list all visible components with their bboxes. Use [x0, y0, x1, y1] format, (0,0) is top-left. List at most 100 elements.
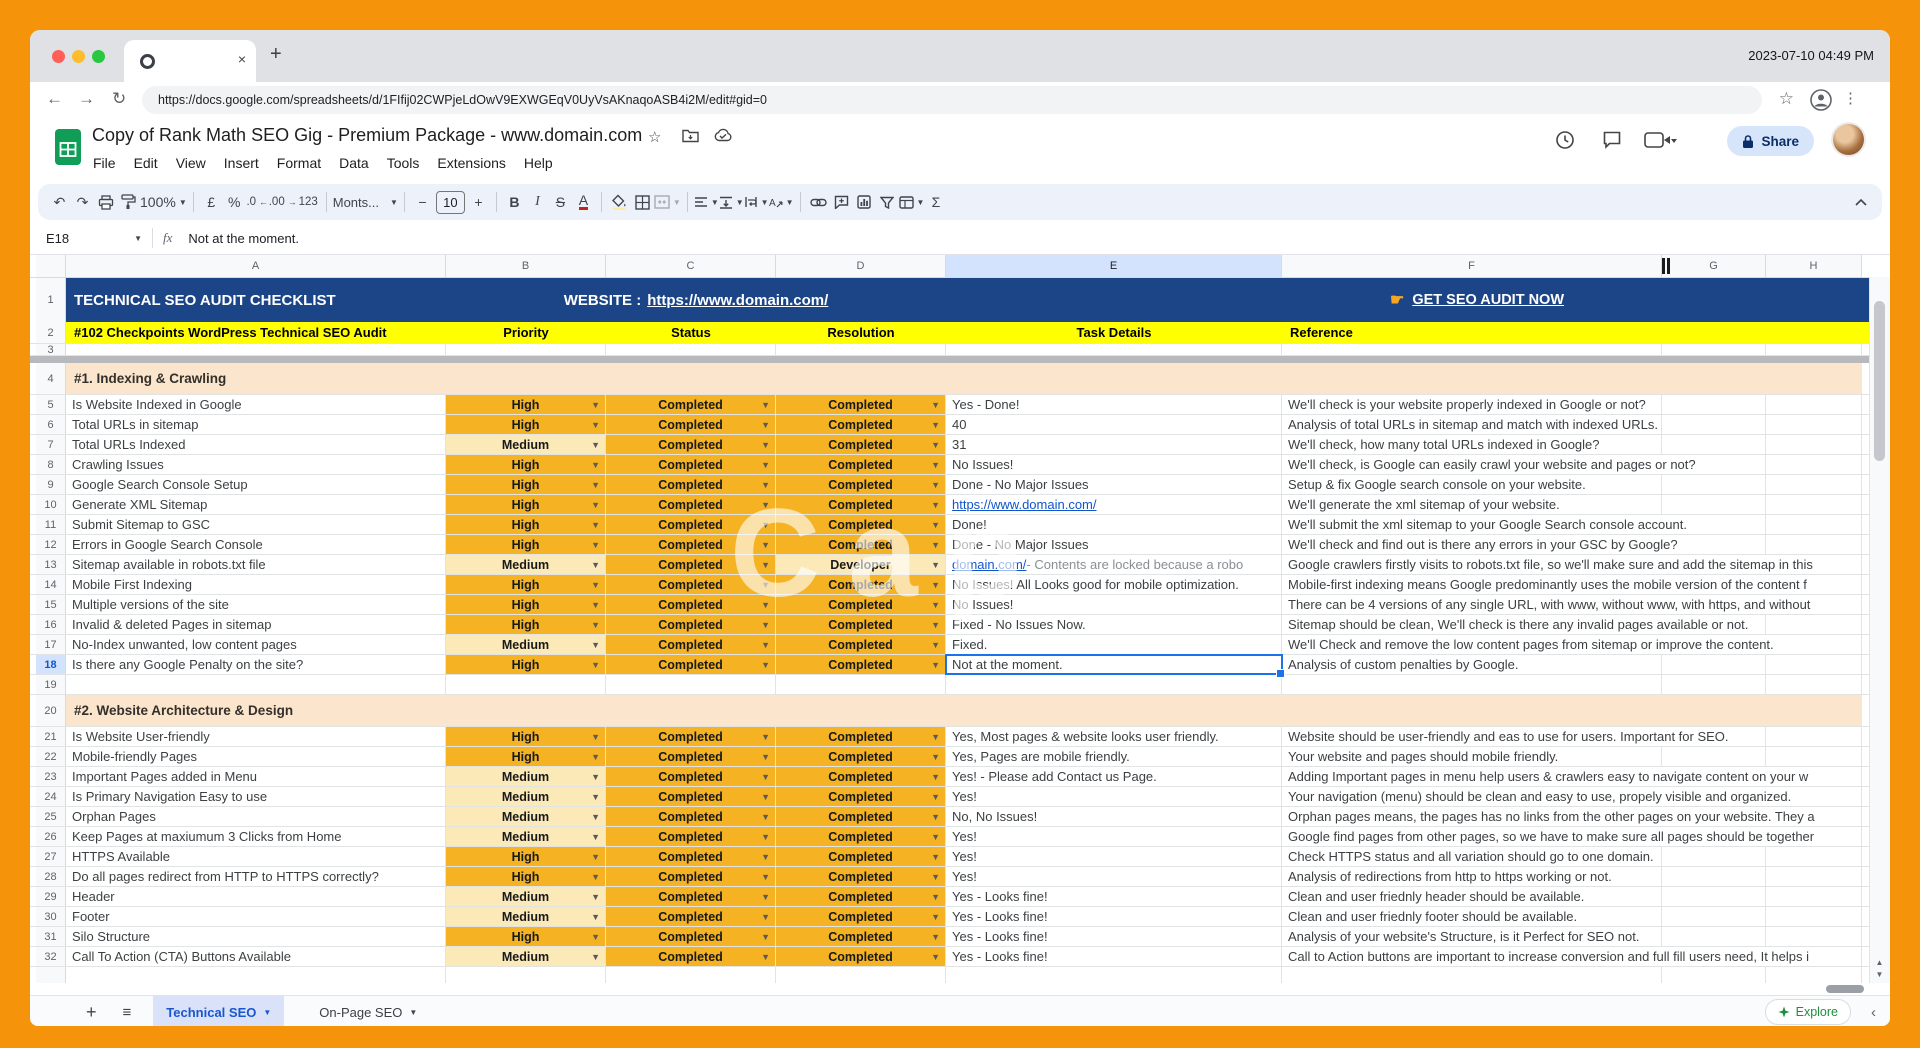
cell-C21[interactable]: Completed▼	[606, 727, 776, 746]
cell-C26[interactable]: Completed▼	[606, 827, 776, 846]
cell-F5[interactable]: We'll check is your website properly ind…	[1282, 395, 1662, 414]
dropdown-caret-icon[interactable]: ▼	[591, 852, 600, 862]
cell-F16[interactable]: Sitemap should be clean, We'll check is …	[1282, 615, 1662, 634]
all-sheets-icon[interactable]: ≡	[123, 1004, 132, 1021]
cell-C23[interactable]: Completed▼	[606, 767, 776, 786]
cell-C10[interactable]: Completed▼	[606, 495, 776, 514]
cell-H12[interactable]	[1766, 535, 1862, 554]
cell-B10[interactable]: High▼	[446, 495, 606, 514]
document-title[interactable]: Copy of Rank Math SEO Gig - Premium Pack…	[92, 125, 642, 146]
cell-E14[interactable]: No Issues! All Looks good for mobile opt…	[946, 575, 1282, 594]
cell-B30[interactable]: Medium▼	[446, 907, 606, 926]
dropdown-caret-icon[interactable]: ▼	[591, 640, 600, 650]
cell-C9[interactable]: Completed▼	[606, 475, 776, 494]
cell-G10[interactable]	[1662, 495, 1766, 514]
cell-E13[interactable]: domain.com/ - Contents are locked becaus…	[946, 555, 1282, 574]
cell-D6[interactable]: Completed▼	[776, 415, 946, 434]
task-link[interactable]: https://www.domain.com/	[952, 497, 1097, 512]
dropdown-caret-icon[interactable]: ▼	[761, 732, 770, 742]
cell-B16[interactable]: High▼	[446, 615, 606, 634]
dropdown-caret-icon[interactable]: ▼	[591, 892, 600, 902]
cloud-saved-icon[interactable]	[714, 128, 732, 142]
cell-G30[interactable]	[1662, 907, 1766, 926]
dropdown-caret-icon[interactable]: ▼	[761, 812, 770, 822]
cell-G18[interactable]	[1662, 655, 1766, 674]
dropdown-caret-icon[interactable]: ▼	[761, 480, 770, 490]
cell-C22[interactable]: Completed▼	[606, 747, 776, 766]
row-header-28[interactable]: 28	[36, 867, 66, 886]
add-sheet-icon[interactable]: +	[86, 1002, 97, 1023]
dropdown-caret-icon[interactable]: ▼	[591, 420, 600, 430]
cell-E28[interactable]: Yes!	[946, 867, 1282, 886]
bold-button[interactable]: B	[503, 189, 526, 215]
cell-D22[interactable]: Completed▼	[776, 747, 946, 766]
dropdown-caret-icon[interactable]: ▼	[761, 832, 770, 842]
cell-H22[interactable]	[1766, 747, 1862, 766]
dropdown-caret-icon[interactable]: ▼	[761, 640, 770, 650]
banner-cta[interactable]: ☛GET SEO AUDIT NOW	[1282, 278, 1862, 322]
version-history-icon[interactable]	[1555, 130, 1575, 150]
address-bar[interactable]: https://docs.google.com/spreadsheets/d/1…	[142, 86, 1762, 114]
dropdown-caret-icon[interactable]: ▼	[591, 952, 600, 962]
cell-A10[interactable]: Generate XML Sitemap	[66, 495, 446, 514]
create-filter-icon[interactable]	[876, 189, 899, 215]
cell-D29[interactable]: Completed▼	[776, 887, 946, 906]
cell-D12[interactable]: Completed▼	[776, 535, 946, 554]
dropdown-caret-icon[interactable]: ▼	[931, 560, 940, 570]
cell-H19[interactable]	[1766, 675, 1862, 694]
dropdown-caret-icon[interactable]: ▼	[591, 752, 600, 762]
insert-comment-icon[interactable]	[830, 189, 853, 215]
dropdown-caret-icon[interactable]: ▼	[931, 912, 940, 922]
cell-E9[interactable]: Done - No Major Issues	[946, 475, 1282, 494]
cell-C11[interactable]: Completed▼	[606, 515, 776, 534]
cell-H6[interactable]	[1766, 415, 1862, 434]
text-color-button[interactable]: A	[579, 194, 588, 210]
minimize-window-button[interactable]	[72, 50, 85, 63]
cell-E21[interactable]: Yes, Most pages & website looks user fri…	[946, 727, 1282, 746]
dropdown-caret-icon[interactable]: ▼	[931, 932, 940, 942]
dropdown-caret-icon[interactable]: ▼	[931, 480, 940, 490]
column-header-C[interactable]: C	[606, 255, 776, 277]
dropdown-caret-icon[interactable]: ▼	[761, 752, 770, 762]
header-cell-b[interactable]: Priority	[446, 322, 606, 343]
dropdown-caret-icon[interactable]: ▼	[931, 520, 940, 530]
text-wrap-icon[interactable]: ▼	[744, 189, 769, 215]
cell-A28[interactable]: Do all pages redirect from HTTP to HTTPS…	[66, 867, 446, 886]
cell-B5[interactable]: High▼	[446, 395, 606, 414]
dropdown-caret-icon[interactable]: ▼	[591, 620, 600, 630]
select-all-corner[interactable]	[36, 255, 66, 277]
row-header-21[interactable]: 21	[36, 727, 66, 746]
dropdown-caret-icon[interactable]: ▼	[591, 460, 600, 470]
menu-format[interactable]: Format	[268, 152, 330, 174]
cell-F9[interactable]: Setup & fix Google search console on you…	[1282, 475, 1662, 494]
cell-D15[interactable]: Completed▼	[776, 595, 946, 614]
dropdown-caret-icon[interactable]: ▼	[591, 580, 600, 590]
dropdown-caret-icon[interactable]: ▼	[591, 732, 600, 742]
cell-B28[interactable]: High▼	[446, 867, 606, 886]
cell-A27[interactable]: HTTPS Available	[66, 847, 446, 866]
cell-H21[interactable]	[1766, 727, 1862, 746]
close-window-button[interactable]	[52, 50, 65, 63]
cell-E5[interactable]: Yes - Done!	[946, 395, 1282, 414]
dropdown-caret-icon[interactable]: ▼	[761, 620, 770, 630]
borders-icon[interactable]	[631, 189, 654, 215]
row-header-17[interactable]: 17	[36, 635, 66, 654]
dropdown-caret-icon[interactable]: ▼	[931, 832, 940, 842]
sheets-logo-icon[interactable]	[54, 128, 82, 166]
column-header-E[interactable]: E	[946, 255, 1282, 277]
cell-B11[interactable]: High▼	[446, 515, 606, 534]
cell-B9[interactable]: High▼	[446, 475, 606, 494]
menu-tools[interactable]: Tools	[378, 152, 429, 174]
row-header-12[interactable]: 12	[36, 535, 66, 554]
cell-A13[interactable]: Sitemap available in robots.txt file	[66, 555, 446, 574]
cell-G7[interactable]	[1662, 435, 1766, 454]
cell-C17[interactable]: Completed▼	[606, 635, 776, 654]
cell-F32[interactable]: Call to Action buttons are important to …	[1282, 947, 1662, 966]
cell-D9[interactable]: Completed▼	[776, 475, 946, 494]
cell-E32[interactable]: Yes - Looks fine!	[946, 947, 1282, 966]
cell-E3[interactable]	[946, 344, 1282, 355]
dropdown-caret-icon[interactable]: ▼	[931, 500, 940, 510]
cell-A31[interactable]: Silo Structure	[66, 927, 446, 946]
sheet-tab-on-page-seo[interactable]: On-Page SEO▼	[306, 996, 430, 1026]
row-header-15[interactable]: 15	[36, 595, 66, 614]
